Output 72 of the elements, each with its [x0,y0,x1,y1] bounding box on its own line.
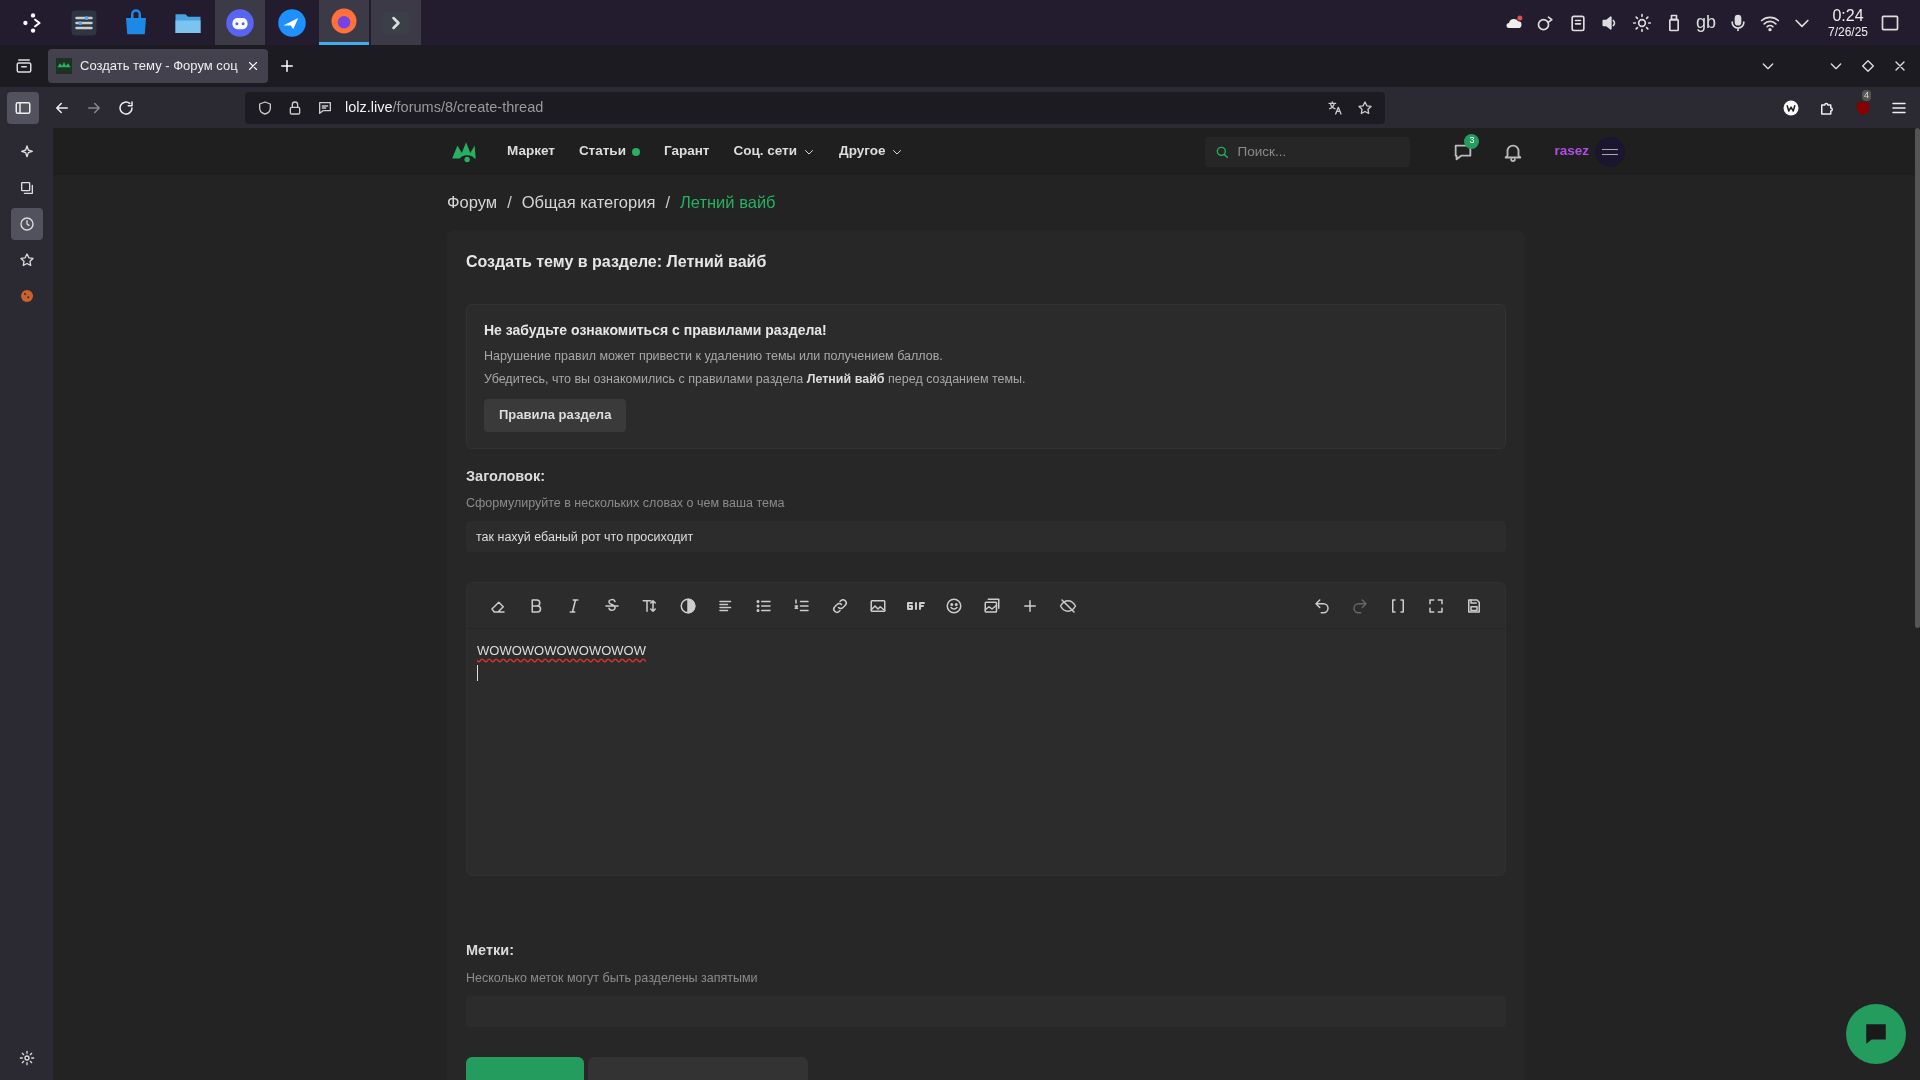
new-tab-icon[interactable] [278,57,296,75]
tab-title: Создать тему - Форум соц [80,57,238,76]
settings-icon[interactable] [18,1050,35,1066]
breadcrumb-separator: / [665,192,670,214]
lock-icon [287,99,303,116]
chat-icon [1863,1021,1889,1047]
username[interactable]: rasez [1554,141,1589,162]
w-circle-icon[interactable] [1782,98,1800,117]
field-hint: Сформулируйте в нескольких словах о чем ваша тема [466,495,786,513]
comment-icon [317,99,333,116]
chat-button[interactable] [1846,1004,1906,1064]
taskbar-app[interactable] [215,0,265,45]
message-count-badge: 3 [1464,133,1480,149]
rules-button[interactable]: Правила раздела [484,398,627,432]
notice-text: Нарушение правил может привести к удалению темы или получением баллов. [484,348,944,365]
nav-link[interactable]: Соц. сети [733,141,816,162]
star-icon [18,252,35,268]
sidebar-button[interactable] [10,208,43,240]
breadcrumb-link[interactable]: Общая категория [521,190,656,215]
address-bar[interactable]: lolz.live/forums/8/create-thread [245,91,1385,124]
text-cursor [477,664,478,681]
nav-link[interactable]: Гарант [663,141,710,162]
undo-icon [1313,596,1331,615]
brackets-icon [1389,596,1407,615]
chat-app-icon [225,7,255,38]
keyboard-layout-indicator[interactable]: gb [1695,9,1716,36]
tab-overview-icon[interactable] [15,57,33,75]
link-icon [831,596,849,615]
taskbar-app[interactable] [319,0,369,45]
close-icon[interactable] [246,59,260,73]
sidebar-toggle-button[interactable] [7,91,39,124]
user-avatar[interactable] [1595,136,1625,167]
maximize-icon[interactable] [1860,58,1876,74]
eye-slash-icon [1059,596,1077,615]
shield-icon [257,99,273,116]
bookmark-star-icon[interactable] [1357,99,1373,116]
contrast-icon [679,596,697,615]
save-icon [1465,596,1483,615]
nav-link[interactable]: Статьи [578,141,640,162]
breadcrumb-link[interactable]: Форум [447,190,498,215]
field-label: Заголовок: [466,466,547,486]
url-text: lolz.live/forums/8/create-thread [345,97,544,117]
nav-link[interactable]: Другое [839,141,904,162]
gallery-icon [983,596,1001,615]
form-title: Создать тему в разделе: Летний вайб [466,252,768,272]
redo-icon [1351,596,1369,615]
field-hint: Несколько меток могут быть разделены запятыми [466,969,759,987]
smiley-icon [945,596,963,615]
extension-badge: 4 [1862,89,1871,101]
breadcrumb-link[interactable]: Летний вайб [680,190,776,215]
submit-button[interactable] [466,1056,584,1080]
browser-icon [329,6,359,36]
gif-icon [907,601,925,610]
notice-text: Убедитесь, что вы ознакомились с правилами раздела Летний вайб перед созданием темы. [484,370,1027,388]
clock-date[interactable]: 7/26/25 [1827,25,1868,38]
translate-icon[interactable] [1327,99,1343,116]
sparkle-icon [18,144,35,160]
fullscreen-icon [1427,596,1445,615]
cookie-icon [18,288,35,304]
breadcrumb-separator: / [507,192,512,214]
nav-link[interactable]: Маркет [507,141,555,162]
brightness-icon[interactable] [1631,12,1652,33]
editor-text-area[interactable]: WOWOWOWOWOWOWOW [467,629,1505,875]
browser-tab[interactable]: Создать тему - Форум соц [48,49,268,83]
clock-icon [18,216,35,232]
search-field[interactable]: Поиск... [1205,136,1411,167]
history-tabs-icon [18,180,35,196]
notice-heading: Не забудьте ознакомиться с правилами раздела! [484,321,828,340]
reload-icon[interactable] [117,98,135,117]
field-label: Метки: [466,941,516,960]
title-input-field[interactable]: так нахуй ебаный рот что просиходит [466,521,1506,552]
clock-time[interactable]: 0:24 [1832,7,1864,24]
